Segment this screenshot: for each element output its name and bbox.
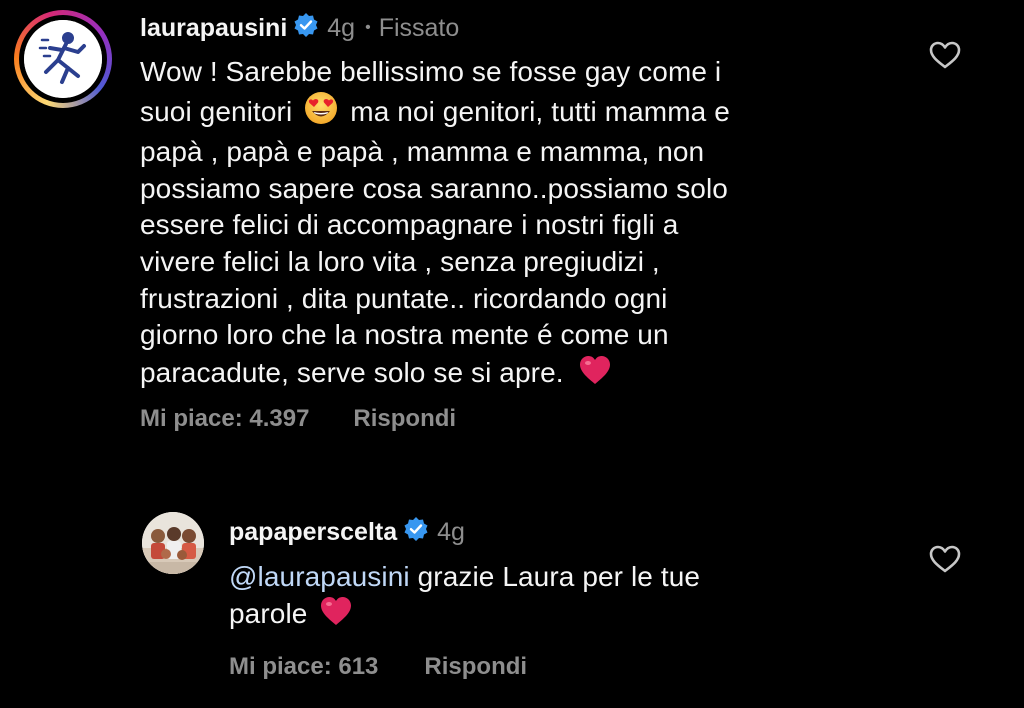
comment-time: 4g: [327, 13, 356, 42]
verified-badge-icon: [403, 516, 429, 549]
mention-link[interactable]: @laurapausini: [229, 561, 410, 592]
comment-line: papà , papà e papà , mamma e mamma, non: [140, 136, 705, 168]
reply-button[interactable]: Rispondi: [424, 653, 527, 681]
like-heart-icon[interactable]: [928, 40, 962, 75]
comment-line: vivere felici la loro vita , senza pregi…: [140, 245, 660, 277]
comment-line-part: parole: [229, 598, 308, 629]
pinned-label: Fissato: [378, 13, 460, 42]
avatar: [24, 20, 102, 98]
likes-count[interactable]: Mi piace: 4.397: [140, 405, 309, 433]
username[interactable]: laurapausini: [140, 14, 287, 43]
story-ring-avatar[interactable]: [14, 10, 112, 108]
comment-text: @laurapausini grazie Laura per le tue pa…: [229, 558, 869, 636]
comment-line: essere felici di accompagnare i nostri f…: [140, 209, 679, 241]
likes-count[interactable]: Mi piace: 613: [229, 653, 378, 681]
runner-logo-icon: [24, 20, 102, 98]
reply-button[interactable]: Rispondi: [353, 405, 456, 433]
comment-text: Wow ! Sarebbe bellissimo se fosse gay co…: [140, 54, 900, 395]
comment-line: Wow ! Sarebbe bellissimo se fosse gay co…: [140, 56, 722, 87]
comment-line-part: grazie Laura per le tue: [409, 561, 701, 592]
comment-actions: Mi piace: 4.397 Rispondi: [140, 405, 456, 433]
comment-time: 4g: [437, 517, 465, 546]
verified-badge-icon: [293, 12, 319, 45]
comment-line: possiamo sapere cosa saranno..possiamo s…: [140, 172, 728, 204]
comment-line: frustrazioni , dita puntate.. ricordando…: [140, 282, 668, 314]
red-heart-emoji: [319, 595, 353, 636]
comment-line-part: suoi genitori: [140, 95, 293, 127]
group-photo-icon: [142, 512, 204, 574]
heart-eyes-emoji: [304, 91, 338, 135]
comment-line: @laurapausini grazie Laura per le tue: [229, 558, 869, 595]
meta-separator: •: [365, 19, 371, 36]
comment-actions: Mi piace: 613 Rispondi: [229, 653, 527, 681]
comment-line-part: ma noi genitori, tutti mamma e: [350, 95, 730, 127]
comment-papaperscelta: papaperscelta 4g @laurapausini grazie La…: [0, 460, 1024, 708]
like-heart-icon[interactable]: [928, 544, 962, 579]
comment-header: papaperscelta 4g: [229, 516, 465, 548]
red-heart-emoji: [578, 354, 612, 396]
avatar[interactable]: [142, 512, 204, 574]
comment-line: parole: [229, 595, 869, 636]
comment-line-part: paracadute, serve solo se si apre.: [140, 356, 564, 388]
comment-line: suoi genitori ma noi genitori, tutti mam…: [140, 91, 900, 135]
comment-header: laurapausini 4g • Fissato: [140, 12, 459, 44]
comment-line: paracadute, serve solo se si apre.: [140, 354, 900, 396]
username[interactable]: papaperscelta: [229, 518, 397, 547]
comment-laurapausini: laurapausini 4g • Fissato Wow ! Sarebbe …: [0, 0, 1024, 460]
comment-line: giorno loro che la nostra mente é come u…: [140, 319, 669, 351]
